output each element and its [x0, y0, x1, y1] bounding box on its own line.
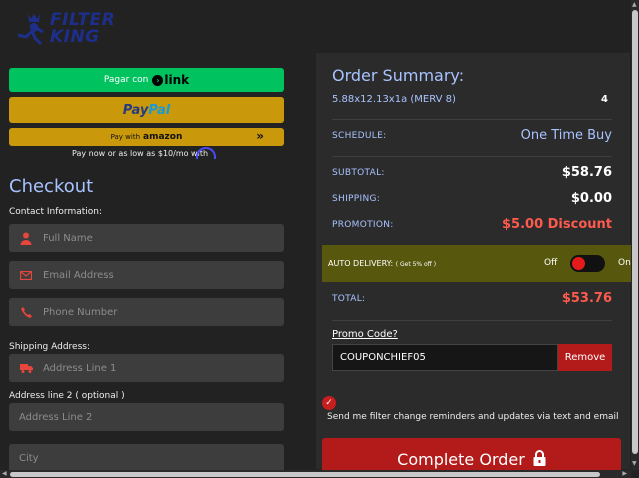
paypal-logo-part1: Pay: [122, 102, 149, 118]
auto-delivery-label: AUTO DELIVERY: ( Get 5% off ): [328, 259, 437, 268]
summary-shipping-row: SHIPPING: $0.00: [332, 191, 612, 206]
total-label: TOTAL:: [332, 293, 366, 304]
product-quantity: 4: [601, 94, 608, 105]
remove-promo-button[interactable]: Remove: [558, 344, 612, 371]
divider: [332, 320, 612, 321]
shipping-address-label: Shipping Address:: [9, 342, 90, 352]
scroll-right-arrow-icon[interactable]: ▶: [622, 470, 627, 477]
phone-field[interactable]: Phone Number: [9, 298, 284, 326]
total-value: $53.76: [561, 291, 612, 306]
address-line2-placeholder: Address Line 2: [19, 411, 93, 423]
chevron-right-icon: »: [256, 129, 264, 143]
financing-text: Pay now or as low as $10/mo with: [72, 149, 209, 158]
shipping-value: $0.00: [570, 191, 612, 206]
shipping-label: SHIPPING:: [332, 193, 381, 204]
pay-with-link-button[interactable]: Pagar con › link: [9, 68, 284, 92]
divider: [332, 119, 612, 120]
envelope-icon: [9, 270, 43, 280]
amazon-pay-button[interactable]: Pay with amazon »: [9, 128, 284, 146]
complete-order-label: Complete Order: [397, 450, 525, 469]
link-button-label: Pagar con: [103, 75, 149, 85]
promotion-label: PROMOTION:: [332, 219, 394, 230]
order-summary-title: Order Summary:: [332, 66, 465, 85]
summary-total-row: TOTAL: $53.76: [332, 291, 612, 306]
king-runner-icon: [17, 14, 44, 46]
summary-promotion-row: PROMOTION: $5.00 Discount: [332, 217, 612, 232]
address-line1-field[interactable]: Address Line 1: [9, 354, 284, 382]
phone-placeholder: Phone Number: [43, 306, 118, 318]
address-line2-field[interactable]: Address Line 2: [9, 403, 284, 431]
scroll-down-arrow-icon[interactable]: ▼: [632, 460, 637, 467]
amazon-logo: amazon: [143, 132, 183, 142]
scroll-left-arrow-icon[interactable]: ◀: [2, 470, 7, 477]
full-name-field[interactable]: Full Name: [9, 224, 284, 252]
checkout-title: Checkout: [9, 176, 94, 197]
amazon-button-label: Pay with: [110, 133, 141, 141]
brand-wordmark: FILTER KING: [50, 10, 116, 47]
schedule-value: One Time Buy: [520, 128, 612, 143]
horizontal-scrollbar[interactable]: ◀ ▶: [0, 470, 631, 478]
auto-delivery-toggle[interactable]: [570, 255, 605, 272]
address-line2-label: Address line 2 ( optional ): [9, 391, 125, 401]
toggle-knob: [572, 257, 585, 270]
divider: [332, 156, 612, 157]
subtotal-label: SUBTOTAL:: [332, 167, 385, 178]
link-logo: › link: [152, 73, 189, 87]
summary-product-row: 5.88x12.13x1a (MERV 8) 4: [332, 94, 612, 105]
vertical-scrollbar-thumb[interactable]: [632, 10, 638, 454]
toggle-off-label: Off: [544, 258, 558, 268]
reminders-checkbox[interactable]: ✓: [322, 396, 336, 410]
product-name: 5.88x12.13x1a (MERV 8): [332, 94, 456, 105]
phone-icon: [9, 306, 43, 318]
email-placeholder: Email Address: [43, 269, 114, 281]
email-field[interactable]: Email Address: [9, 261, 284, 289]
full-name-placeholder: Full Name: [43, 232, 93, 244]
schedule-label: SCHEDULE:: [332, 130, 387, 141]
summary-subtotal-row: SUBTOTAL: $58.76: [332, 165, 612, 180]
promo-code-link[interactable]: Promo Code?: [332, 329, 398, 340]
summary-schedule-row: SCHEDULE: One Time Buy: [332, 128, 612, 143]
city-placeholder: City: [19, 452, 39, 464]
lock-icon: [533, 450, 546, 466]
truck-icon: [9, 363, 43, 373]
promo-code-input[interactable]: COUPONCHIEF05: [332, 344, 558, 371]
promotion-value: $5.00 Discount: [502, 217, 612, 232]
contact-info-label: Contact Information:: [9, 207, 103, 217]
horizontal-scrollbar-thumb[interactable]: [10, 472, 600, 477]
address-line1-placeholder: Address Line 1: [43, 362, 117, 374]
paypal-logo-part2: Pal: [148, 102, 171, 118]
person-icon: [9, 232, 43, 245]
toggle-on-label: On: [618, 258, 631, 268]
subtotal-value: $58.76: [561, 165, 612, 180]
scroll-up-arrow-icon[interactable]: ▲: [632, 1, 637, 8]
paypal-button[interactable]: Pay Pal: [9, 97, 284, 123]
vertical-scrollbar[interactable]: ▲ ▼: [631, 0, 639, 470]
auto-delivery-row: AUTO DELIVERY: ( Get 5% off ) Off On: [322, 245, 638, 282]
brand-logo[interactable]: FILTER KING: [6, 4, 118, 46]
city-field[interactable]: City: [9, 444, 284, 472]
reminders-label: Send me filter change reminders and upda…: [327, 412, 619, 422]
affirm-logo-icon: [196, 147, 216, 159]
